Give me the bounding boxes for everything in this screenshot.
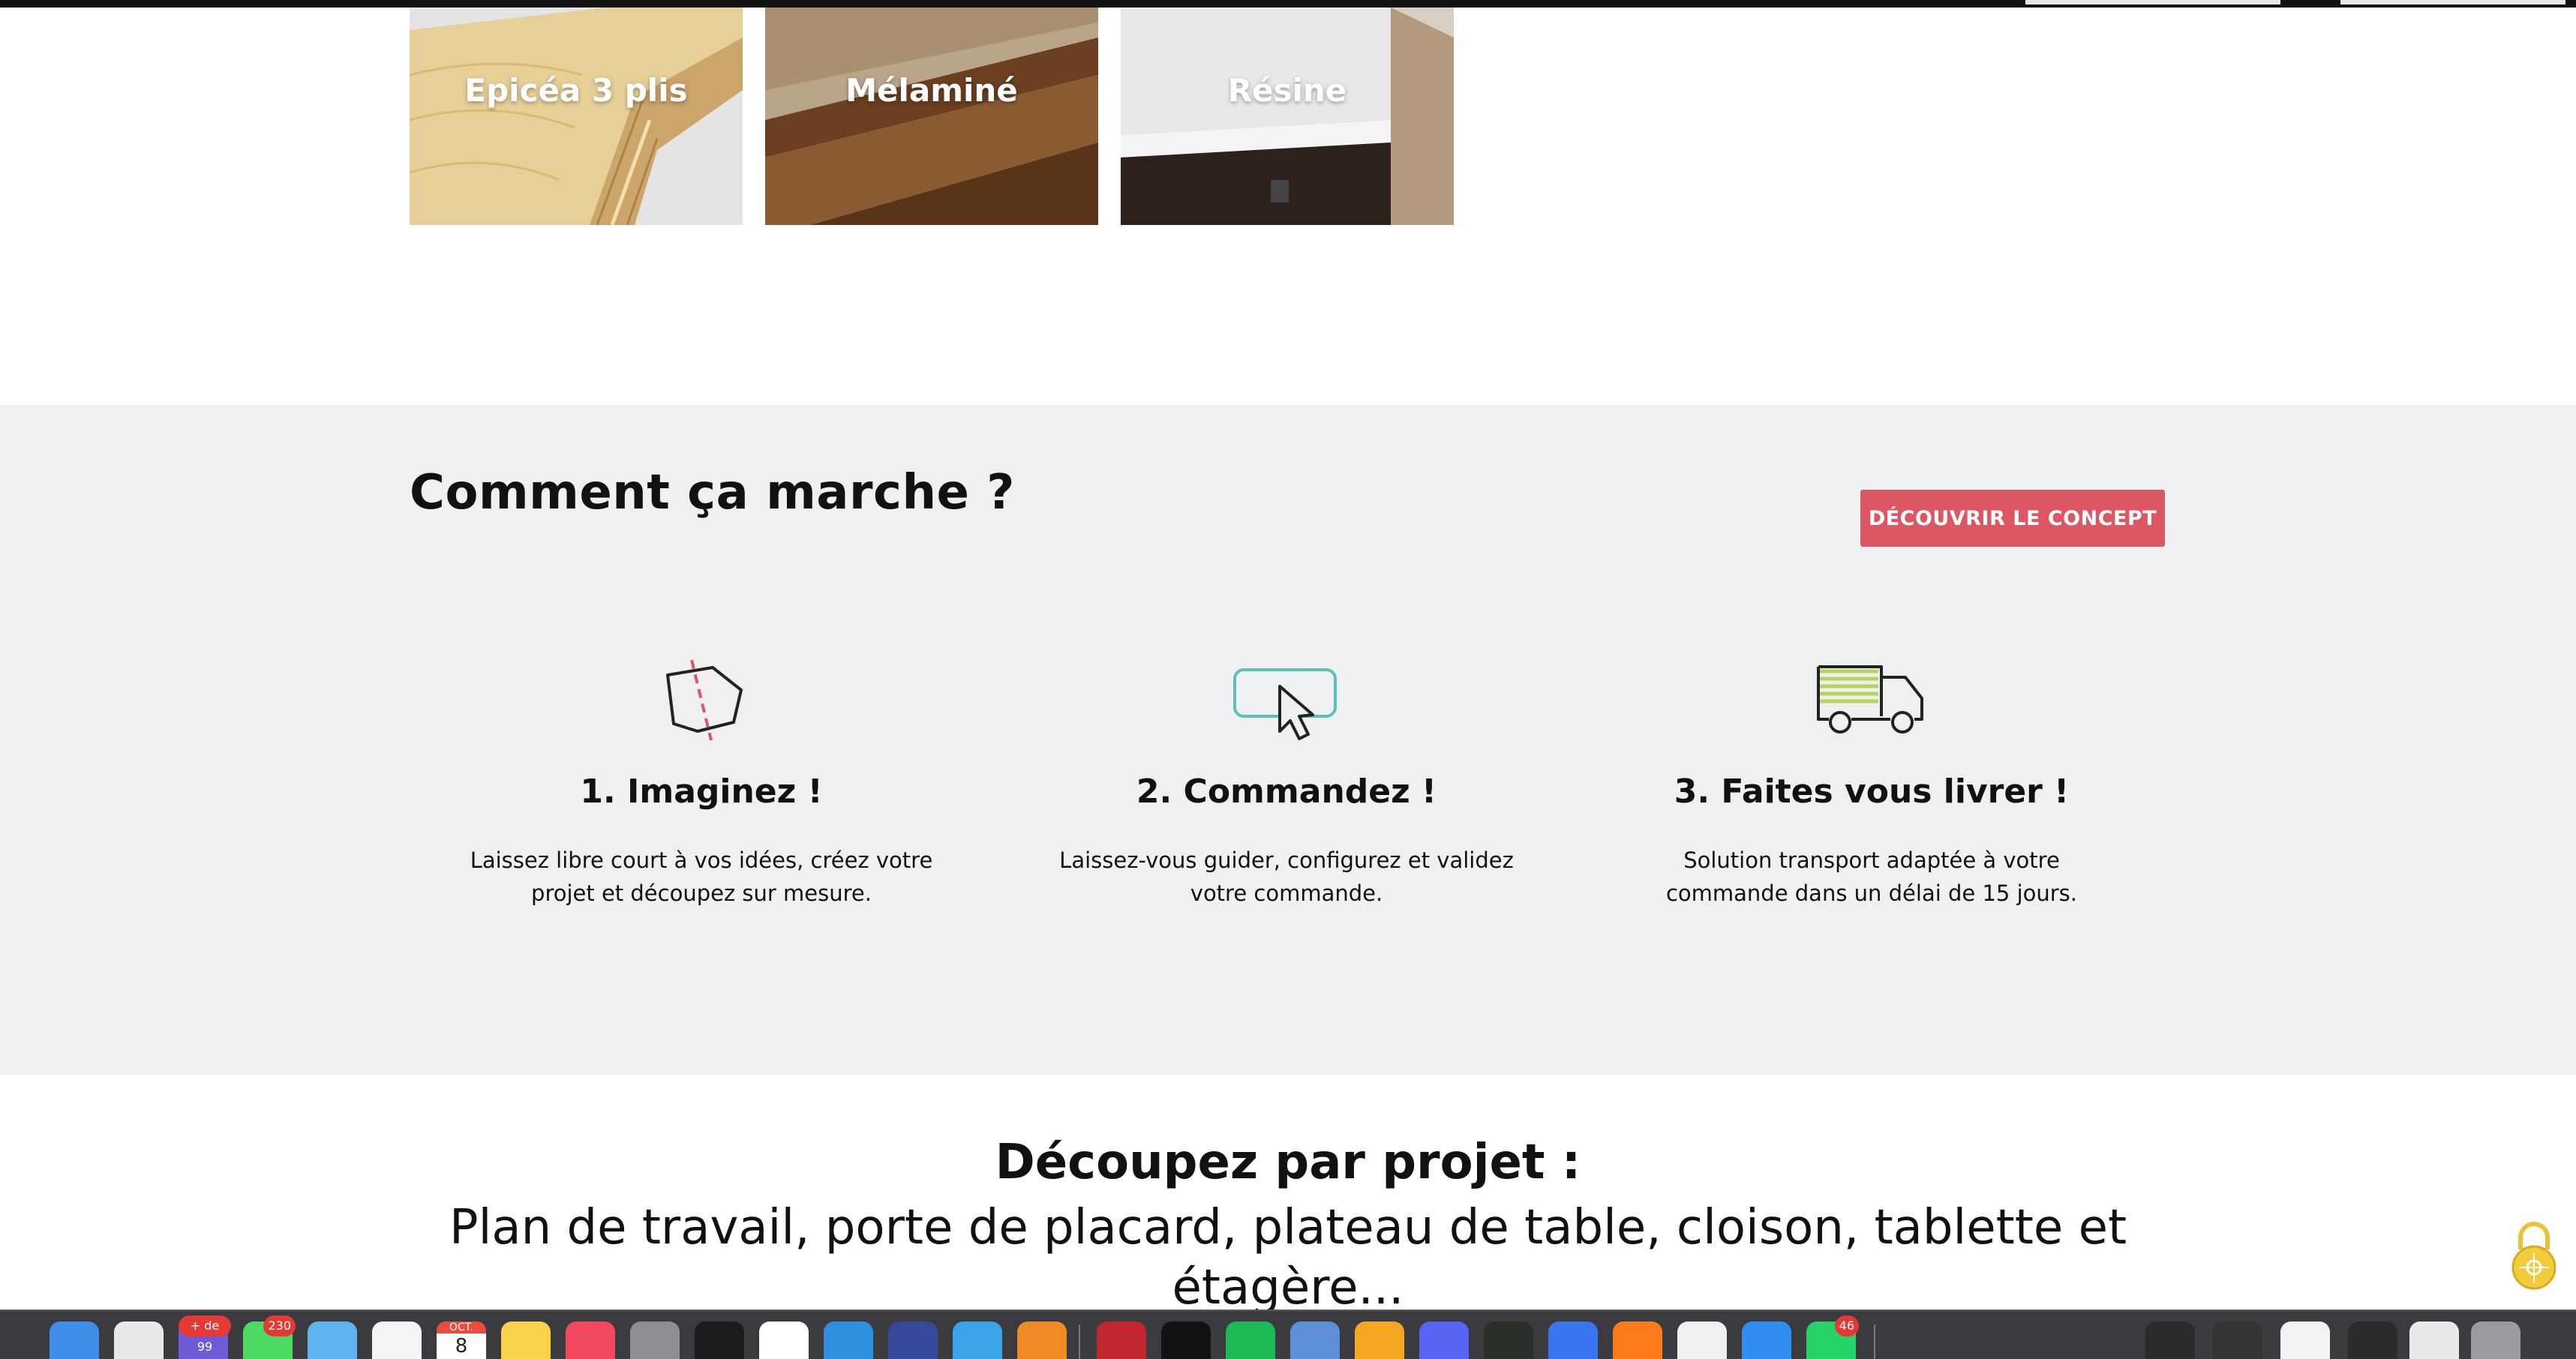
safari-icon[interactable] — [1742, 1322, 1791, 1359]
resin-worktop-image — [1121, 8, 1454, 225]
messages-icon[interactable]: 230 — [243, 1316, 296, 1359]
minimized-window-icon[interactable] — [2409, 1322, 2459, 1359]
material-tile-resine[interactable]: Résine — [1121, 8, 1454, 225]
step-imagine: 1. Imaginez ! Laissez libre court à vos … — [431, 656, 971, 910]
minimized-window-icon[interactable] — [2145, 1322, 2195, 1359]
app-icon[interactable] — [1290, 1322, 1340, 1359]
discover-concept-button[interactable]: DÉCOUVRIR LE CONCEPT — [1860, 490, 2165, 547]
tab-strip-fragment[interactable] — [2025, 0, 2280, 4]
dock-separator — [1874, 1324, 1875, 1359]
tab-strip-fragment[interactable] — [2340, 0, 2565, 4]
music-icon[interactable] — [566, 1322, 615, 1359]
step-title: 1. Imaginez ! — [580, 772, 823, 811]
app-icon[interactable] — [888, 1322, 938, 1359]
step-title: 2. Commandez ! — [1136, 772, 1437, 811]
trash-icon[interactable] — [2471, 1322, 2520, 1359]
epicea-wood-image — [410, 8, 743, 225]
activity-monitor-icon[interactable] — [1484, 1322, 1533, 1359]
whatsapp-badge: 46 — [1834, 1316, 1859, 1336]
melamine-panel-image — [765, 8, 1098, 225]
click-cursor-icon — [1016, 656, 1557, 742]
notes-icon[interactable] — [501, 1322, 551, 1359]
textedit-icon[interactable] — [1677, 1322, 1727, 1359]
app-icon[interactable] — [953, 1322, 1002, 1359]
minimized-window-icon[interactable] — [2213, 1322, 2262, 1359]
signal-icon[interactable] — [1548, 1322, 1598, 1359]
app-icon[interactable] — [1355, 1322, 1404, 1359]
whatsapp-icon[interactable]: 46 — [1806, 1316, 1859, 1359]
section-title: Comment ça marche ? — [410, 465, 1015, 520]
tile-label: Mélaminé — [845, 72, 1018, 109]
material-tile-melamine[interactable]: Mélaminé — [765, 8, 1098, 225]
finder-icon[interactable] — [50, 1322, 99, 1359]
step-text: Laissez libre court à vos idées, créez v… — [470, 848, 933, 906]
discord-icon[interactable] — [1419, 1322, 1469, 1359]
notion-icon[interactable] — [759, 1322, 809, 1359]
projects-subtitle: Plan de travail, porte de placard, plate… — [449, 1200, 2127, 1316]
browser-top-edge — [0, 0, 2576, 8]
minimized-window-icon[interactable] — [2348, 1322, 2397, 1359]
messages-badge: 230 — [263, 1316, 296, 1336]
chrome-icon[interactable] — [114, 1322, 164, 1359]
deezer-icon[interactable] — [1161, 1322, 1211, 1359]
dock-separator — [1079, 1324, 1080, 1359]
calendar-month: OCT. — [437, 1322, 486, 1334]
calendar-icon[interactable]: OCT. 8 — [437, 1322, 486, 1359]
minimized-window-icon[interactable] — [2280, 1322, 2330, 1359]
material-tiles: Epicéa 3 plis Mélaminé Résine — [410, 8, 1454, 225]
photos-icon[interactable] — [372, 1322, 422, 1359]
projects-title: Découpez par projet : — [995, 1135, 1581, 1190]
maps-icon[interactable] — [308, 1322, 357, 1359]
cut-panel-icon — [431, 656, 971, 742]
mail-badge: + de 99 — [179, 1316, 231, 1354]
spotify-icon[interactable] — [1226, 1322, 1275, 1359]
vscode-icon[interactable] — [824, 1322, 873, 1359]
step-text: Laissez-vous guider, configurez et valid… — [1059, 848, 1514, 906]
system-settings-icon[interactable] — [630, 1322, 680, 1359]
step-title: 3. Faites vous livrer ! — [1674, 772, 2070, 811]
padlock-icon — [2511, 1222, 2556, 1290]
material-tile-epicea[interactable]: Epicéa 3 plis — [410, 8, 743, 225]
mail-icon[interactable]: + de 99 — [179, 1316, 231, 1359]
step-order: 2. Commandez ! Laissez-vous guider, conf… — [1016, 656, 1557, 910]
terminal-icon[interactable] — [695, 1322, 744, 1359]
firefox-icon[interactable] — [1613, 1322, 1662, 1359]
lock-widget[interactable] — [2510, 1216, 2558, 1292]
how-it-works-section: Comment ça marche ? DÉCOUVRIR LE CONCEPT… — [0, 405, 2576, 1075]
projects-section: Découpez par projet : Plan de travail, p… — [0, 1075, 2576, 1316]
tile-label: Résine — [1227, 72, 1347, 109]
macos-dock: + de 99 230 OCT. 8 46 — [0, 1310, 2576, 1359]
tile-label: Epicéa 3 plis — [464, 72, 688, 109]
delivery-truck-icon — [1602, 656, 2142, 742]
step-text: Solution transport adaptée à votre comma… — [1665, 848, 2078, 906]
calendar-day: 8 — [455, 1335, 468, 1358]
step-delivery: 3. Faites vous livrer ! Solution transpo… — [1602, 656, 2142, 910]
app-icon[interactable] — [1097, 1322, 1146, 1359]
app-icon[interactable] — [1017, 1322, 1067, 1359]
